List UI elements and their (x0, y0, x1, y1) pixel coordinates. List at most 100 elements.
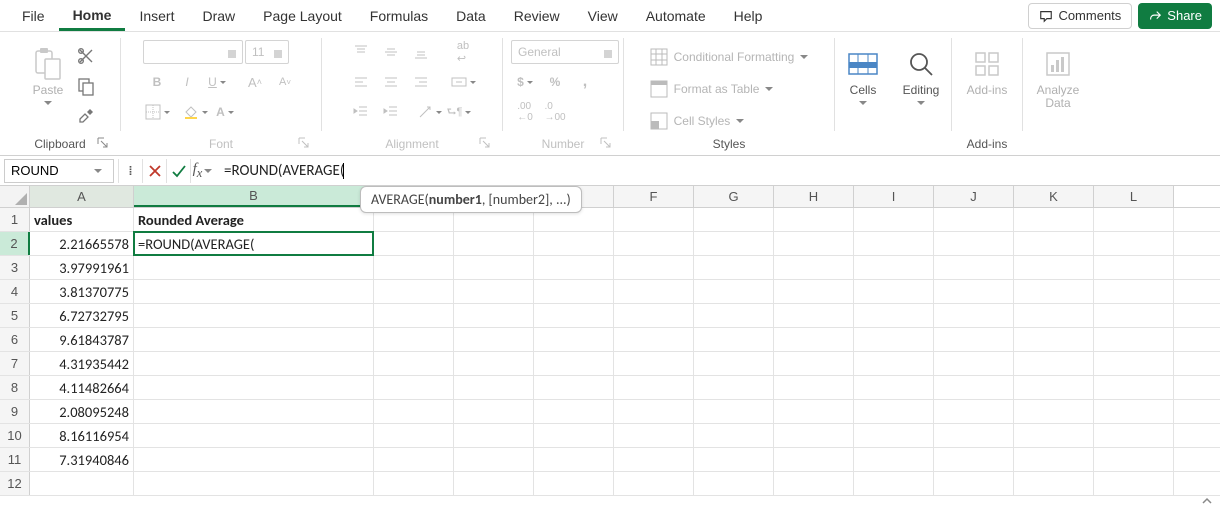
merge-button[interactable] (449, 70, 477, 94)
cell-L8[interactable] (1094, 376, 1174, 399)
cell-F6[interactable] (614, 328, 694, 351)
cell-C4[interactable] (374, 280, 454, 303)
underline-button[interactable]: U (203, 70, 231, 94)
row-header-11[interactable]: 11 (0, 448, 30, 471)
cell-H1[interactable] (774, 208, 854, 231)
tab-insert[interactable]: Insert (125, 2, 188, 29)
align-left-button[interactable] (347, 70, 375, 94)
increase-font-button[interactable]: A˄ (241, 70, 269, 94)
cell-A8[interactable]: 4.11482664 (30, 376, 134, 399)
cell-E12[interactable] (534, 472, 614, 495)
row-header-3[interactable]: 3 (0, 256, 30, 279)
copy-button[interactable] (76, 76, 96, 96)
decrease-indent-button[interactable] (347, 100, 375, 124)
cell-styles-button[interactable]: Cell Styles (646, 110, 749, 132)
cell-B11[interactable] (134, 448, 374, 471)
font-name-combo[interactable] (143, 40, 243, 64)
cell-E3[interactable] (534, 256, 614, 279)
dialog-launcher-icon[interactable] (478, 136, 492, 150)
cell-H2[interactable] (774, 232, 854, 255)
cell-L9[interactable] (1094, 400, 1174, 423)
worksheet[interactable]: A B C D E F G H I J K L 1valuesRounded A… (0, 186, 1220, 512)
cell-C8[interactable] (374, 376, 454, 399)
row-header-12[interactable]: 12 (0, 472, 30, 495)
cell-D4[interactable] (454, 280, 534, 303)
cell-G9[interactable] (694, 400, 774, 423)
percent-button[interactable]: % (541, 70, 569, 94)
col-header-G[interactable]: G (694, 186, 774, 207)
col-header-I[interactable]: I (854, 186, 934, 207)
cell-B2[interactable]: =ROUND(AVERAGE( (134, 232, 374, 255)
cell-L5[interactable] (1094, 304, 1174, 327)
cell-H9[interactable] (774, 400, 854, 423)
cell-C11[interactable] (374, 448, 454, 471)
cell-F10[interactable] (614, 424, 694, 447)
cell-C12[interactable] (374, 472, 454, 495)
cell-J12[interactable] (934, 472, 1014, 495)
align-middle-button[interactable] (377, 40, 405, 64)
cell-E9[interactable] (534, 400, 614, 423)
cell-B7[interactable] (134, 352, 374, 375)
cell-B3[interactable] (134, 256, 374, 279)
col-header-B[interactable]: B (134, 186, 374, 207)
cell-D12[interactable] (454, 472, 534, 495)
cell-I11[interactable] (854, 448, 934, 471)
cell-K12[interactable] (1014, 472, 1094, 495)
cell-A12[interactable] (30, 472, 134, 495)
cell-F11[interactable] (614, 448, 694, 471)
cell-L6[interactable] (1094, 328, 1174, 351)
cell-H12[interactable] (774, 472, 854, 495)
cell-J6[interactable] (934, 328, 1014, 351)
cell-C6[interactable] (374, 328, 454, 351)
wrap-text-button[interactable]: ab↩ (449, 40, 477, 64)
cell-G1[interactable] (694, 208, 774, 231)
cell-K6[interactable] (1014, 328, 1094, 351)
cell-C9[interactable] (374, 400, 454, 423)
formula-options-button[interactable]: ⁞ (118, 159, 142, 183)
increase-indent-button[interactable] (377, 100, 405, 124)
decrease-decimal-button[interactable]: .0→00 (541, 100, 569, 124)
row-header-5[interactable]: 5 (0, 304, 30, 327)
cell-J9[interactable] (934, 400, 1014, 423)
borders-button[interactable] (143, 100, 171, 124)
cell-F12[interactable] (614, 472, 694, 495)
cell-I1[interactable] (854, 208, 934, 231)
tab-formulas[interactable]: Formulas (356, 2, 442, 29)
cell-A10[interactable]: 8.16116954 (30, 424, 134, 447)
align-top-button[interactable] (347, 40, 375, 64)
name-box-input[interactable] (5, 163, 83, 178)
function-tooltip[interactable]: AVERAGE(number1, [number2], ...) (360, 186, 582, 213)
cell-H6[interactable] (774, 328, 854, 351)
comma-button[interactable]: , (571, 70, 599, 94)
cell-J2[interactable] (934, 232, 1014, 255)
cell-G3[interactable] (694, 256, 774, 279)
select-all-button[interactable] (0, 186, 30, 207)
align-bottom-button[interactable] (407, 40, 435, 64)
format-painter-button[interactable] (76, 106, 96, 126)
tab-help[interactable]: Help (720, 2, 777, 29)
cell-H10[interactable] (774, 424, 854, 447)
cell-F5[interactable] (614, 304, 694, 327)
tab-page-layout[interactable]: Page Layout (249, 2, 356, 29)
currency-button[interactable]: $ (511, 70, 539, 94)
cell-L12[interactable] (1094, 472, 1174, 495)
orientation-button[interactable] (415, 100, 443, 124)
row-header-10[interactable]: 10 (0, 424, 30, 447)
col-header-F[interactable]: F (614, 186, 694, 207)
col-header-J[interactable]: J (934, 186, 1014, 207)
tab-file[interactable]: File (8, 2, 59, 29)
cell-B8[interactable] (134, 376, 374, 399)
cell-H7[interactable] (774, 352, 854, 375)
row-header-7[interactable]: 7 (0, 352, 30, 375)
cell-G11[interactable] (694, 448, 774, 471)
cell-B5[interactable] (134, 304, 374, 327)
editing-button[interactable]: Editing (897, 40, 945, 110)
tab-view[interactable]: View (574, 2, 632, 29)
cell-I4[interactable] (854, 280, 934, 303)
tab-data[interactable]: Data (442, 2, 500, 29)
cell-F8[interactable] (614, 376, 694, 399)
cell-K8[interactable] (1014, 376, 1094, 399)
cell-D9[interactable] (454, 400, 534, 423)
analyze-data-button[interactable]: Analyze Data (1034, 40, 1082, 110)
tab-automate[interactable]: Automate (632, 2, 720, 29)
